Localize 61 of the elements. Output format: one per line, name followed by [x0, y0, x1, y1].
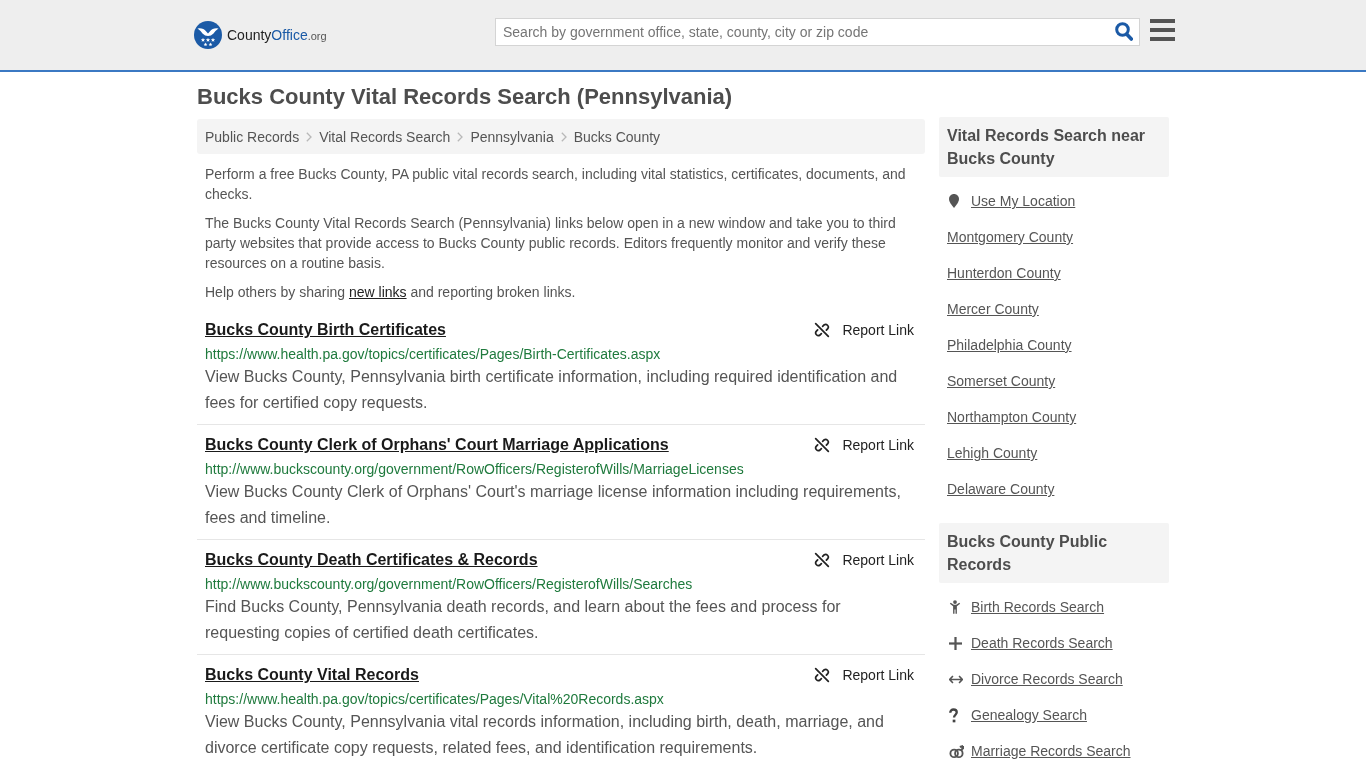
- left-right-arrow-icon: [949, 674, 963, 684]
- gender-symbol-icon: [949, 743, 964, 759]
- report-link-button[interactable]: Report Link: [814, 437, 914, 453]
- search-icon: [1115, 22, 1133, 41]
- sidebar-link[interactable]: Delaware County: [947, 479, 1055, 499]
- listing-description: View Bucks County Clerk of Orphans' Court's marriage license information including requirements, fees and timeline.: [205, 482, 902, 528]
- sidebar-link[interactable]: Northampton County: [947, 407, 1077, 427]
- sidebar-link[interactable]: Marriage Records Search: [971, 741, 1131, 761]
- breadcrumb-link[interactable]: Vital Records Search: [319, 128, 451, 145]
- question-mark-icon: [949, 707, 958, 723]
- logo-link[interactable]: CountyOffice.org: [194, 21, 327, 49]
- breadcrumb-link[interactable]: Pennsylvania: [470, 128, 554, 145]
- report-link-button[interactable]: Report Link: [814, 552, 914, 568]
- chevron-icon: [306, 131, 313, 142]
- listing-description: Find Bucks County, Pennsylvania death records, and learn about the fees and process for requesting copies of certified death certificates.: [205, 597, 842, 643]
- sidebar-link[interactable]: Hunterdon County: [947, 263, 1061, 283]
- sidebar-link[interactable]: Use My Location: [971, 191, 1076, 211]
- listing-url: https://www.health.pa.gov/topics/certificates/Pages/Birth-Certificates.aspx: [205, 345, 662, 364]
- listing-title-link[interactable]: Bucks County Death Certificates & Records: [205, 549, 538, 571]
- listing-url: https://www.health.pa.gov/topics/certificates/Pages/Vital%20Records.aspx: [205, 690, 665, 709]
- intro-text: Help others by sharing new links and reporting broken links.: [204, 283, 577, 302]
- broken-link-icon: [814, 322, 831, 338]
- sidebar-link[interactable]: Birth Records Search: [971, 597, 1105, 617]
- intro-text: The Bucks County Vital Records Search (Pennsylvania) links below open in a new window and take you to third party websites that provide access to Bucks County public records. Editors frequently monitor and verify these resources on a routine basis.: [204, 214, 897, 273]
- page-title: Bucks County Vital Records Search (Pennsylvania): [197, 85, 734, 109]
- sidebar-link[interactable]: Divorce Records Search: [971, 669, 1123, 689]
- sidebar-link[interactable]: Lehigh County: [947, 443, 1038, 463]
- report-link-button[interactable]: Report Link: [814, 322, 914, 338]
- search-field[interactable]: Search by government office, state, county, city or zip code: [495, 18, 1140, 46]
- location-pin-icon: [949, 194, 959, 208]
- broken-link-icon: [814, 667, 831, 683]
- intro-text: Perform a free Bucks County, PA public vital records search, including vital statistics, certificates, documents, and checks.: [204, 165, 907, 204]
- sidebar-link[interactable]: Somerset County: [947, 371, 1056, 391]
- sidebar-heading: Bucks County Public Records: [939, 523, 1169, 583]
- logo-icon: [194, 21, 222, 49]
- broken-link-icon: [814, 552, 831, 568]
- listing-title-link[interactable]: Bucks County Vital Records: [205, 664, 419, 686]
- new-links-link[interactable]: new links: [348, 284, 407, 300]
- listing-title-link[interactable]: Bucks County Birth Certificates: [205, 319, 446, 341]
- search-button[interactable]: [1115, 22, 1133, 41]
- listing-description: View Bucks County, Pennsylvania birth certificate information, including required identification and fees for certified copy requests.: [205, 367, 899, 413]
- menu-button[interactable]: [1150, 19, 1175, 41]
- breadcrumb-link[interactable]: Bucks County: [573, 128, 661, 145]
- sidebar-link[interactable]: Philadelphia County: [947, 335, 1072, 355]
- chevron-icon: [560, 131, 567, 142]
- listing-url: http://www.buckscounty.org/government/RowOfficers/RegisterofWills/Searches: [205, 575, 694, 594]
- sidebar-heading: Vital Records Search near Bucks County: [939, 117, 1169, 177]
- person-icon: [949, 600, 961, 614]
- breadcrumb-link[interactable]: Public Records: [205, 128, 300, 145]
- menu-icon: [1150, 19, 1175, 41]
- sidebar-link[interactable]: Genealogy Search: [971, 705, 1087, 725]
- report-link-button[interactable]: Report Link: [814, 667, 914, 683]
- sidebar-link[interactable]: Death Records Search: [971, 633, 1113, 653]
- plus-icon: [949, 636, 962, 650]
- listing-url: http://www.buckscounty.org/government/RowOfficers/RegisterofWills/MarriageLicenses: [205, 460, 745, 479]
- sidebar-link[interactable]: Montgomery County: [947, 227, 1074, 247]
- sidebar-link[interactable]: Mercer County: [947, 299, 1039, 319]
- broken-link-icon: [814, 437, 831, 453]
- chevron-icon: [457, 131, 464, 142]
- listing-description: View Bucks County, Pennsylvania vital records information, including birth, death, marriage, and divorce certificate copy requests, related fees, and identification requirements.: [205, 712, 885, 758]
- listing-title-link[interactable]: Bucks County Clerk of Orphans' Court Marriage Applications: [205, 434, 669, 456]
